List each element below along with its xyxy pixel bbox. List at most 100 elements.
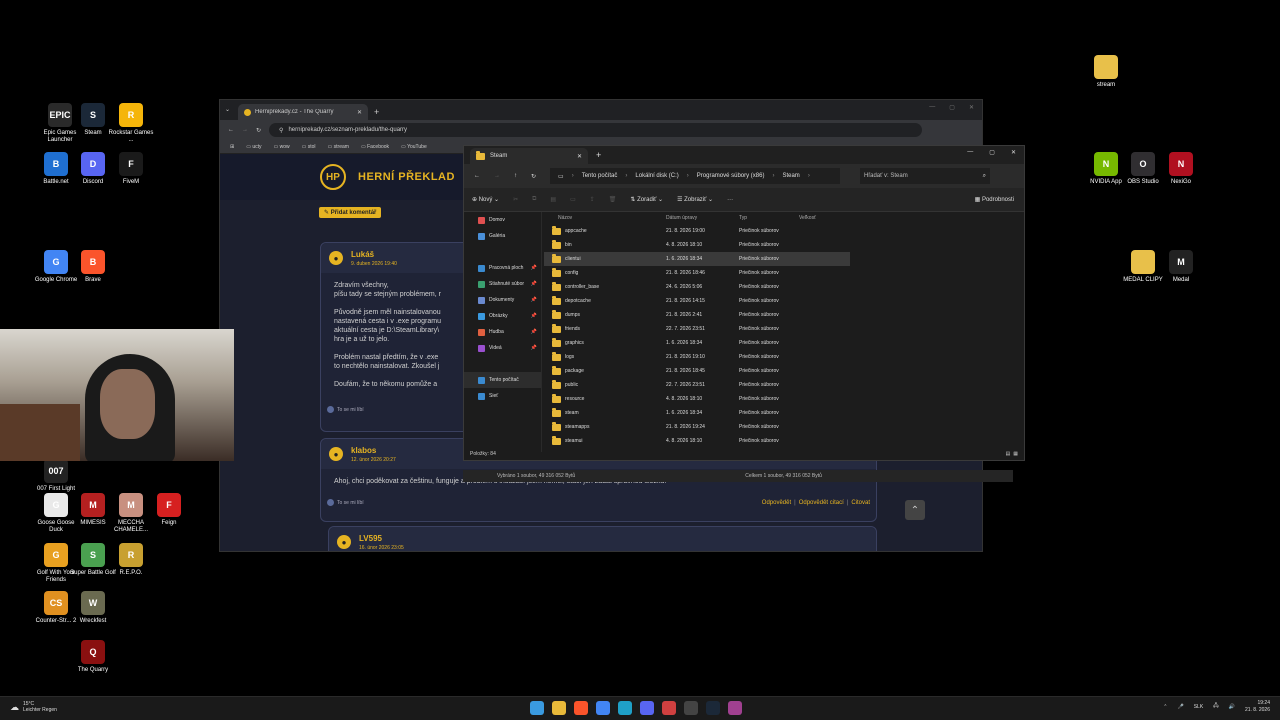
file-row[interactable]: steamapps 21. 8. 2026 19:24 Priečinok súbo… xyxy=(544,420,1024,434)
taskbar-snipping-icon[interactable] xyxy=(662,701,676,715)
column-name[interactable]: Názov xyxy=(544,215,666,221)
desktop-icon[interactable]: B Brave xyxy=(70,250,116,284)
tray-chevron-icon[interactable]: ⌃ xyxy=(1163,704,1167,710)
site-info-icon[interactable]: ⚲ xyxy=(279,127,283,134)
tab-list-icon[interactable]: ⌄ xyxy=(225,106,230,113)
browser-tab[interactable]: Herniprekady.cz - The Quarry ✕ xyxy=(238,104,368,120)
breadcrumb-item[interactable]: Steam xyxy=(782,173,799,179)
sidebar-item[interactable]: Pracovná ploch 📌 xyxy=(464,260,541,276)
explorer-tab[interactable]: Steam ✕ xyxy=(470,148,588,164)
new-tab-icon[interactable]: + xyxy=(596,150,601,160)
tiles-view-icon[interactable]: ▦ xyxy=(1013,451,1018,457)
sidebar-item[interactable]: Videá 📌 xyxy=(464,340,541,356)
bookmark-item[interactable]: ▭ ucty xyxy=(246,144,261,150)
bookmark-item[interactable]: ▭ YouTube xyxy=(401,144,427,150)
close-icon[interactable]: ✕ xyxy=(969,104,974,111)
taskbar-explorer-icon[interactable] xyxy=(552,701,566,715)
sidebar-item[interactable]: Hudba 📌 xyxy=(464,324,541,340)
minimize-icon[interactable]: — xyxy=(929,104,935,111)
file-row[interactable]: bin 4. 8. 2026 18:10 Priečinok súborov xyxy=(544,238,1024,252)
column-date[interactable]: Dátum úpravy xyxy=(666,215,739,221)
taskbar-chrome-icon[interactable] xyxy=(596,701,610,715)
desktop-icon[interactable]: R R.E.P.O. xyxy=(108,543,154,577)
desktop-icon[interactable]: W Wreckfest xyxy=(70,591,116,625)
address-bar[interactable]: ⚲ herniprekady.cz/seznam-prekladu/the-qu… xyxy=(269,123,922,137)
sidebar-item[interactable]: Tento počítač xyxy=(464,372,541,388)
details-view-icon[interactable]: ▤ xyxy=(1006,451,1011,457)
file-row[interactable]: public 22. 7. 2026 23:51 Priečinok súborov xyxy=(544,378,1024,392)
file-row[interactable]: depotcache 21. 8. 2026 14:15 Priečinok súb… xyxy=(544,294,1024,308)
bookmark-item[interactable]: ▭ stol xyxy=(302,144,316,150)
search-input[interactable]: Hľadať v: Steam ⌕ xyxy=(860,168,991,184)
desktop-icon[interactable]: M Medal xyxy=(1158,250,1204,284)
taskbar-brave-icon[interactable] xyxy=(574,701,588,715)
file-row[interactable]: appcache 21. 8. 2026 19:00 Priečinok súbor… xyxy=(544,224,1024,238)
file-row[interactable]: friends 22. 7. 2026 23:51 Priečinok súboro… xyxy=(544,322,1024,336)
comment-author[interactable]: klabos xyxy=(351,446,396,455)
sidebar-item[interactable]: Stiahnuté súbor 📌 xyxy=(464,276,541,292)
paste-icon[interactable]: ▤ xyxy=(550,196,556,203)
desktop-icon[interactable]: F FiveM xyxy=(108,152,154,186)
file-row[interactable]: steamui 4. 8. 2026 18:10 Priečinok súborov xyxy=(544,434,1024,448)
language-indicator[interactable]: SLK xyxy=(1194,704,1203,710)
copy-icon[interactable]: ⧉ xyxy=(532,196,536,203)
delete-icon[interactable]: 🗑 xyxy=(609,196,617,203)
window-controls[interactable]: — ▢ ✕ xyxy=(967,149,1016,156)
more-button[interactable]: ··· xyxy=(727,197,733,203)
close-icon[interactable]: ✕ xyxy=(1011,149,1016,156)
quote-link[interactable]: Citovat xyxy=(851,500,870,506)
clock[interactable]: 19:24 21. 8. 2026 xyxy=(1245,700,1270,714)
desktop-icon[interactable]: N NexiGo xyxy=(1158,152,1204,186)
column-type[interactable]: Typ xyxy=(739,215,799,221)
network-icon[interactable]: 🖧 xyxy=(1213,703,1219,711)
close-tab-icon[interactable]: ✕ xyxy=(577,153,582,160)
microphone-icon[interactable]: 🎤 xyxy=(1177,704,1183,710)
refresh-icon[interactable]: ↻ xyxy=(531,173,536,180)
maximize-icon[interactable]: ▢ xyxy=(989,149,995,156)
file-row[interactable]: dumps 21. 8. 2026 2:41 Priečinok súborov xyxy=(544,308,1024,322)
reply-link[interactable]: Odpovědět xyxy=(762,500,791,506)
back-icon[interactable]: ← xyxy=(228,127,234,133)
scroll-to-top-button[interactable]: ⌃ xyxy=(905,500,925,520)
breadcrumb-item[interactable]: Programové súbory (x86) xyxy=(697,173,765,179)
file-row[interactable]: graphics 1. 6. 2026 18:34 Priečinok súboro… xyxy=(544,336,1024,350)
back-icon[interactable]: ← xyxy=(474,173,480,179)
file-row[interactable]: logs 21. 8. 2026 19:10 Priečinok súborov xyxy=(544,350,1024,364)
breadcrumb-item[interactable]: Lokální disk (C:) xyxy=(635,173,678,179)
reload-icon[interactable]: ↻ xyxy=(256,127,261,134)
maximize-icon[interactable]: ▢ xyxy=(949,104,955,111)
up-icon[interactable]: ↑ xyxy=(514,173,517,179)
forward-icon[interactable]: → xyxy=(494,173,500,179)
breadcrumb[interactable]: ▭ › Tento počítač › Lokální disk (C:) › Pro… xyxy=(550,168,841,184)
desktop-icon[interactable]: Q The Quarry xyxy=(70,640,116,674)
volume-icon[interactable]: 🔊 xyxy=(1229,704,1235,710)
reply-quote-link[interactable]: Odpovědět citací xyxy=(799,500,844,506)
column-size[interactable]: Veľkosť xyxy=(799,215,839,221)
sort-button[interactable]: ⇅ Zoradiť ⌄ xyxy=(630,196,663,203)
sidebar-item[interactable]: Sieť xyxy=(464,388,541,404)
site-title[interactable]: HERNÍ PŘEKLAD xyxy=(358,171,455,183)
weather-widget[interactable]: ☁ 15°C Leichter Regen xyxy=(10,701,57,713)
desktop-icon[interactable]: 007 007 First Light xyxy=(33,459,79,493)
file-row[interactable]: controller_base 24. 6. 2026 5:06 Priečinok… xyxy=(544,280,1024,294)
desktop-icon[interactable]: R Rockstar Games ... xyxy=(108,103,154,144)
taskbar-steam-icon[interactable] xyxy=(706,701,720,715)
cut-icon[interactable]: ✂ xyxy=(513,196,518,203)
apps-grid-icon[interactable]: ⊞ xyxy=(230,144,234,150)
forward-icon[interactable]: → xyxy=(242,127,248,133)
minimize-icon[interactable]: — xyxy=(967,149,973,156)
sidebar-item[interactable]: Dokumenty 📌 xyxy=(464,292,541,308)
breadcrumb-item[interactable]: Tento počítač xyxy=(582,173,618,179)
taskbar-winrar-icon[interactable] xyxy=(728,701,742,715)
view-toggle[interactable]: ▤ ▦ xyxy=(1006,451,1018,457)
file-row[interactable]: clientui 1. 6. 2026 18:34 Priečinok súboro… xyxy=(544,252,850,266)
bookmark-item[interactable]: ▭ Facebook xyxy=(361,144,389,150)
rename-icon[interactable]: ▭ xyxy=(570,196,576,203)
desktop-icon[interactable]: stream xyxy=(1083,55,1129,89)
share-icon[interactable]: ⇪ xyxy=(590,196,595,203)
file-row[interactable]: config 21. 8. 2026 18:46 Priečinok súborov xyxy=(544,266,1024,280)
window-controls[interactable]: — ▢ ✕ xyxy=(929,104,974,111)
bookmark-item[interactable]: ▭ stream xyxy=(328,144,349,150)
file-row[interactable]: package 21. 8. 2026 18:45 Priečinok súboro… xyxy=(544,364,1024,378)
add-comment-button[interactable]: ✎ Přidat komentář xyxy=(319,207,382,218)
